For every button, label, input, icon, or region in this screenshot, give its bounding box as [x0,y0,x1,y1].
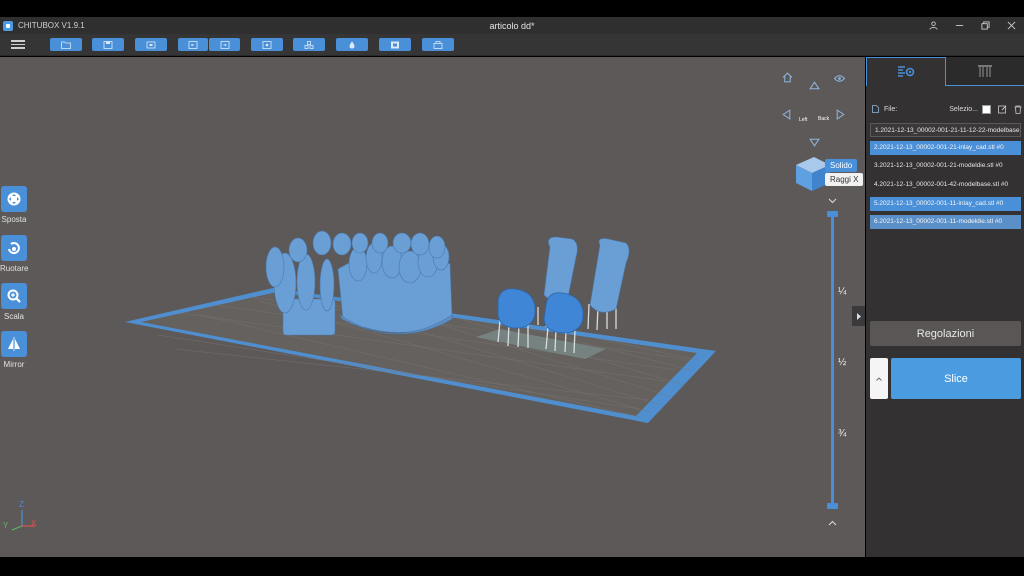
view-top-arrow-icon[interactable] [809,81,820,92]
file-list-item[interactable]: 6.2021-12-13_00002-001-11-modeldie.stl #… [870,215,1021,229]
support-columns-icon [978,65,992,77]
view-bottom-arrow-icon[interactable] [809,138,820,149]
xray-view-button[interactable]: Raggi X [825,173,864,186]
support-icon[interactable] [336,38,368,51]
tab-settings[interactable] [866,57,946,86]
layer-slider-bottom-handle[interactable] [827,503,838,509]
redo-icon[interactable] [209,38,240,51]
slider-tick-three-quarters: ¾ [838,428,847,439]
slice-options-toggle[interactable] [870,358,888,399]
select-all-checkbox[interactable] [982,104,991,114]
file-list-item[interactable]: 2.2021-12-13_00002-001-21-inlay_cad.stl … [870,141,1021,155]
file-list-item[interactable]: 3.2021-12-13_00002-001-21-modeldie.stl #… [870,159,1021,173]
edit-icon[interactable] [998,105,1007,114]
toolbar [0,34,1024,56]
file-icon [872,105,879,113]
file-list-item[interactable]: 4.2021-12-13_00002-001-42-modelbase.stl … [870,178,1021,192]
import-icon[interactable] [135,38,167,51]
home-view-icon[interactable] [782,72,793,85]
slider-tick-quarter: ¼ [838,286,847,297]
view-cube-left-face[interactable]: Left [799,117,807,123]
model-info-icon[interactable] [251,38,283,51]
mirror-icon [1,331,27,357]
restore-icon[interactable] [972,17,998,34]
select-label: Selezio... [949,105,978,113]
letterbox-bottom [0,557,1024,576]
slider-tick-half: ½ [838,357,847,368]
move-icon [1,186,27,212]
window-controls [920,17,1024,34]
mirror-tool[interactable]: Mirror [0,331,28,369]
solid-view-button[interactable]: Solido [825,159,858,172]
axis-z-label: Z [19,500,24,509]
axis-x-label: X [31,519,37,528]
right-panel: File: Selezio... 1.2021-12-13_00002-001-… [866,57,1024,557]
move-tool-label: Sposta [1,215,27,224]
rotate-tool-label: Ruotare [0,264,29,273]
axis-y-label: Y [3,521,9,530]
app-logo-icon [3,20,13,31]
panel-collapse-toggle[interactable] [852,306,865,326]
3d-viewport[interactable]: Left Back Solido Raggi X ¼ ½ ¾ Sposta Ru… [0,57,865,557]
slider-up-chevron-icon[interactable] [828,196,837,206]
move-tool[interactable]: Sposta [0,186,28,224]
print-settings-icon[interactable] [422,38,454,51]
hollow-icon[interactable] [379,38,411,51]
layout-icon[interactable] [293,38,325,51]
view-left-arrow-icon[interactable] [782,109,791,122]
scale-tool[interactable]: Scala [0,283,28,321]
save-icon[interactable] [92,38,124,51]
document-title: articolo dd* [489,20,535,31]
user-icon[interactable] [920,17,946,34]
letterbox-top [0,0,1024,17]
slice-button[interactable]: Slice [891,358,1021,399]
scale-tool-label: Scala [3,312,24,321]
view-right-arrow-icon[interactable] [836,109,845,122]
slider-down-chevron-icon[interactable] [828,518,837,528]
file-list-item[interactable]: 5.2021-12-13_00002-001-11-inlay_cad.stl … [870,197,1021,211]
minimize-icon[interactable] [946,17,972,34]
file-list-header: File: Selezio... [872,103,1022,115]
title-bar: CHITUBOX V1.9.1 articolo dd* [0,17,1024,34]
file-label: File: [884,105,898,113]
view-cube-front-face[interactable]: Back [818,116,829,122]
file-list-item[interactable]: 1.2021-12-13_00002-001-21-11-12-22-model… [870,123,1021,137]
scale-icon [1,283,27,309]
layer-slider-top-handle[interactable] [827,211,838,217]
settings-icon [898,66,915,77]
tab-supports[interactable] [946,57,1024,86]
app-name: CHITUBOX V1.9.1 [18,21,85,30]
rotate-icon [1,235,27,261]
eye-icon[interactable] [833,74,846,85]
dental-arch-model[interactable] [265,230,453,336]
undo-icon[interactable] [178,38,208,51]
layer-slider-track[interactable] [831,214,834,506]
hamburger-icon[interactable] [11,38,25,50]
scene-canvas [125,157,830,423]
chevron-up-icon [876,376,882,381]
close-icon[interactable] [998,17,1024,34]
panel-tabs [866,57,1024,86]
mirror-tool-label: Mirror [3,360,25,369]
open-file-icon[interactable] [50,38,82,51]
rotate-tool[interactable]: Ruotare [0,235,28,273]
regolazioni-button[interactable]: Regolazioni [870,321,1021,346]
delete-icon[interactable] [1014,105,1022,114]
